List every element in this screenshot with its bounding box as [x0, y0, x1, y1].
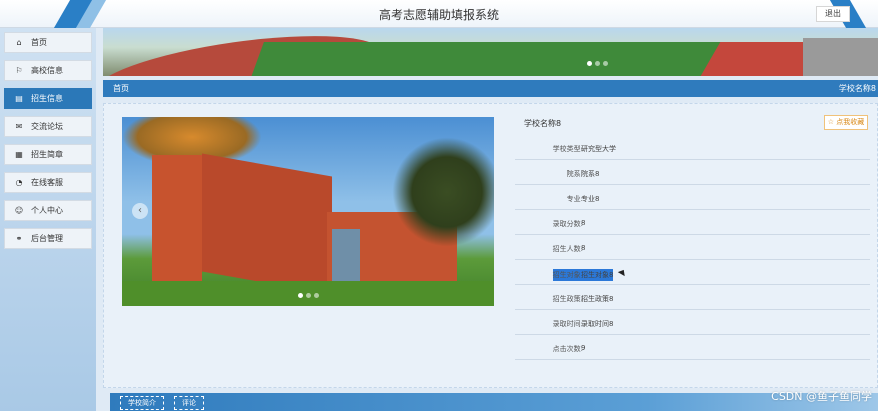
banner-carousel[interactable]	[103, 28, 878, 76]
field-value: 研究型大学	[581, 145, 616, 153]
sidebar-item-label: 后台管理	[31, 234, 63, 243]
sidebar-item-admissions[interactable]: ▤ 招生信息	[4, 88, 92, 109]
photo-building-wing	[202, 153, 332, 295]
photo-building-glass	[332, 229, 360, 281]
top-header: 高考志愿辅助填报系统 退出	[0, 0, 878, 28]
banner-pagination	[587, 61, 608, 66]
field-label: 招生人数:	[552, 245, 583, 253]
headset-icon: ◔	[15, 178, 23, 187]
grid-icon: ▦	[15, 150, 23, 159]
link-icon: ⚭	[15, 234, 23, 243]
carousel-dot[interactable]	[587, 61, 592, 66]
carousel-dot[interactable]	[603, 61, 608, 66]
info-row: 招生人数: 8	[515, 236, 870, 260]
banner-pavement	[803, 38, 878, 76]
logout-button[interactable]: 退出	[816, 6, 850, 22]
sidebar-item-label: 交流论坛	[31, 122, 63, 131]
home-icon: ⌂	[16, 38, 22, 47]
sidebar-item-label: 首页	[31, 38, 47, 47]
carousel-dot[interactable]	[595, 61, 600, 66]
field-value: 8	[581, 244, 586, 252]
sidebar: ⌂ 首页 ⚐ 高校信息 ▤ 招生信息 ✉ 交流论坛 ▦ 招生简章 ◔ 在线客服 …	[0, 28, 96, 411]
photo-pagination	[298, 293, 319, 298]
flag-icon: ⚐	[15, 66, 23, 75]
photo-tree-dark	[392, 137, 494, 247]
sidebar-item-universities[interactable]: ⚐ 高校信息	[4, 60, 92, 81]
info-row: 录取分数: 8	[515, 211, 870, 235]
chevron-left-icon[interactable]: ‹	[132, 203, 148, 219]
detail-tabs: 学校简介 评论	[110, 393, 878, 411]
carousel-dot[interactable]	[306, 293, 311, 298]
app-title: 高考志愿辅助填报系统	[378, 8, 499, 22]
field-value: 专业8	[581, 195, 600, 203]
sidebar-item-forum[interactable]: ✉ 交流论坛	[4, 116, 92, 137]
field-value: 8	[581, 219, 586, 227]
user-icon: ☺	[14, 206, 24, 215]
field-value: 9	[581, 344, 586, 352]
info-row: 院系: 院系8	[515, 161, 870, 185]
info-row: 招生对象: 招生对象8	[515, 261, 870, 285]
field-label: 招生对象:	[552, 269, 583, 281]
sidebar-item-label: 招生信息	[31, 94, 63, 103]
info-row: 录取时间: 录取时间8	[515, 311, 870, 335]
chat-icon: ✉	[15, 122, 23, 131]
field-label: 点击次数:	[552, 345, 583, 353]
sidebar-item-home[interactable]: ⌂ 首页	[4, 32, 92, 53]
field-label: 录取时间:	[552, 320, 583, 328]
field-value: 录取时间8	[581, 320, 614, 328]
sidebar-item-label: 个人中心	[31, 206, 63, 215]
sidebar-item-label: 高校信息	[31, 66, 63, 75]
carousel-dot[interactable]	[314, 293, 319, 298]
sidebar-item-label: 招生简章	[31, 150, 63, 159]
breadcrumb-current: 学校名称8	[838, 84, 876, 93]
sidebar-item-label: 在线客服	[31, 178, 63, 187]
tab-comments[interactable]: 评论	[174, 396, 204, 410]
field-label: 学校类型:	[552, 145, 583, 153]
field-value: 招生政策8	[581, 295, 614, 303]
info-row: 学校类型: 研究型大学	[515, 136, 870, 160]
school-name: 学校名称8	[524, 119, 562, 128]
carousel-dot[interactable]	[298, 293, 303, 298]
field-label: 录取分数:	[552, 220, 583, 228]
breadcrumb-home[interactable]: 首页	[113, 84, 129, 93]
sidebar-item-profile[interactable]: ☺ 个人中心	[4, 200, 92, 221]
info-row: 点击次数: 9	[515, 336, 870, 360]
field-label: 招生政策:	[552, 295, 583, 303]
info-row: 专业: 专业8	[515, 186, 870, 210]
breadcrumb: 首页 学校名称8	[103, 80, 878, 97]
photo-building-tower	[152, 155, 202, 283]
tab-school-intro[interactable]: 学校简介	[120, 396, 164, 410]
favorite-button[interactable]: ☆ 点我收藏	[824, 115, 868, 130]
school-photo-carousel[interactable]: ‹	[122, 117, 494, 306]
sidebar-item-support[interactable]: ◔ 在线客服	[4, 172, 92, 193]
field-value: 招生对象8	[581, 269, 614, 281]
field-value: 院系8	[581, 170, 600, 178]
info-row: 招生政策: 招生政策8	[515, 286, 870, 310]
watermark: CSDN @鱼子鱼同学	[771, 390, 872, 403]
sidebar-item-brochure[interactable]: ▦ 招生简章	[4, 144, 92, 165]
sidebar-item-admin[interactable]: ⚭ 后台管理	[4, 228, 92, 249]
list-icon: ▤	[15, 94, 23, 103]
